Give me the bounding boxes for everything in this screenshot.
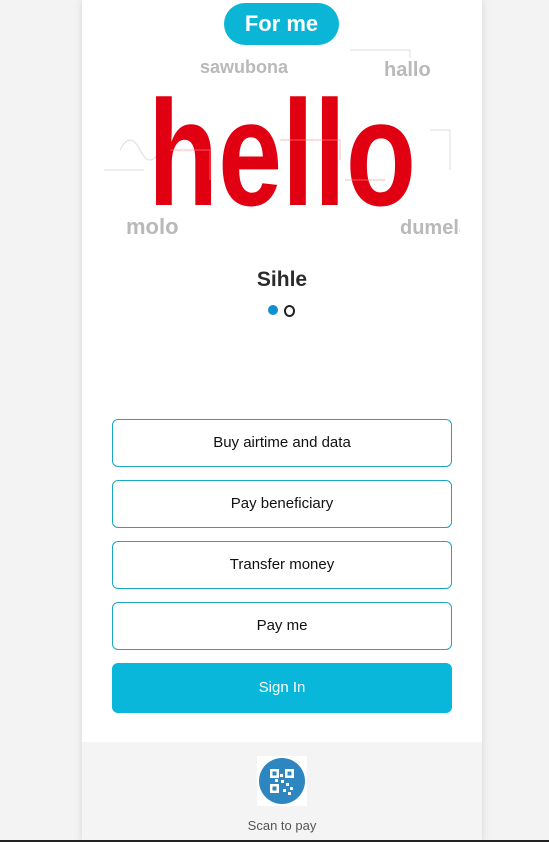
- hero-tiny-label: simplify: [196, 109, 213, 115]
- qr-code-icon[interactable]: [257, 756, 307, 806]
- buy-airtime-button[interactable]: Buy airtime and data: [112, 419, 452, 467]
- carousel-dot-inactive[interactable]: [284, 305, 295, 317]
- pay-me-button[interactable]: Pay me: [112, 602, 452, 650]
- carousel-indicator: [265, 303, 299, 317]
- hello-word: hello: [148, 69, 416, 237]
- profile-name: Sihle: [256, 268, 308, 291]
- hero-tiny-label: credit: [342, 186, 355, 192]
- main-panel: For me sawubona hallo molo dumela hello: [82, 0, 482, 842]
- sign-in-button[interactable]: Sign In: [112, 663, 452, 713]
- for-me-tab[interactable]: For me: [224, 3, 339, 45]
- scan-to-pay-label: Scan to pay: [247, 818, 317, 833]
- hello-banner: sawubona hallo molo dumela hello simplif…: [100, 30, 471, 250]
- carousel-dot-active[interactable]: [268, 305, 278, 315]
- transfer-money-button[interactable]: Transfer money: [112, 541, 452, 589]
- hero-tiny-label: bank: [168, 76, 179, 82]
- pay-beneficiary-button[interactable]: Pay beneficiary: [112, 480, 452, 528]
- footer: Scan to pay: [82, 742, 482, 842]
